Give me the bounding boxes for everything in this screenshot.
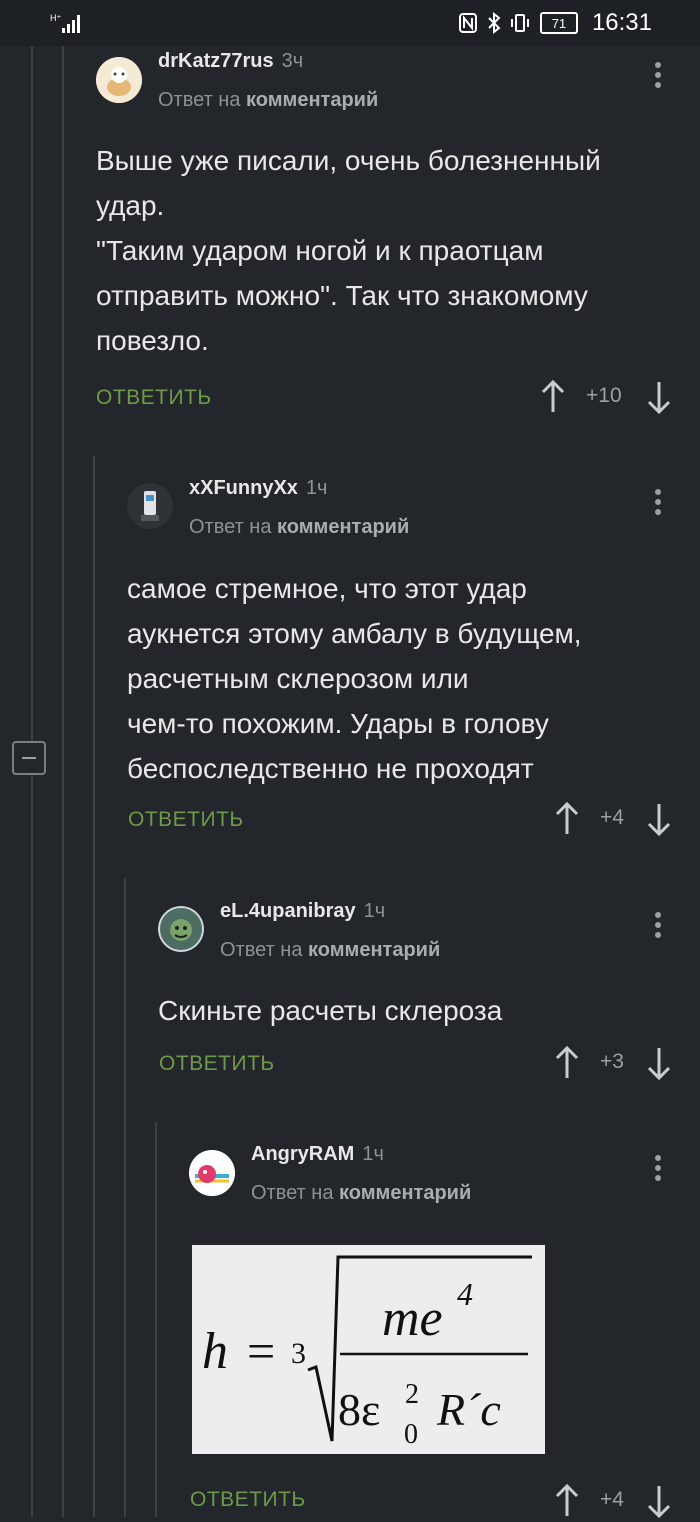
more-options-icon[interactable] bbox=[648, 908, 668, 948]
vote-controls: +4 bbox=[554, 1482, 674, 1522]
upvote-icon[interactable] bbox=[554, 1046, 580, 1080]
thread-line bbox=[31, 46, 33, 1517]
formula-graphic: h = 3 me 4 8ε 2 0 R´c bbox=[202, 1255, 532, 1450]
formula-denominator-sup: 2 bbox=[405, 1379, 419, 1410]
reply-prefix: Ответ на bbox=[158, 89, 241, 111]
downvote-icon[interactable] bbox=[646, 380, 672, 414]
vote-controls: +4 bbox=[554, 800, 674, 840]
reply-target-link[interactable]: комментарий bbox=[308, 939, 440, 961]
comment-line: беспоследственно не проходят bbox=[127, 753, 534, 784]
comment-author[interactable]: xXFunnyXx 1ч bbox=[189, 477, 327, 500]
comment-text: Выше уже писали, очень болезненный удар.… bbox=[96, 138, 601, 363]
comment-line: удар. bbox=[96, 190, 165, 221]
comment-line: "Таким ударом ногой и к праотцам bbox=[96, 235, 544, 266]
upvote-icon[interactable] bbox=[540, 380, 566, 414]
network-type: H⁺ bbox=[50, 13, 61, 23]
comment-author[interactable]: drKatz77rus 3ч bbox=[158, 50, 303, 73]
reply-button[interactable]: ОТВЕТИТЬ bbox=[159, 1052, 275, 1076]
comment-line: Выше уже писали, очень болезненный bbox=[96, 145, 601, 176]
downvote-icon[interactable] bbox=[646, 1484, 672, 1518]
vote-score: +3 bbox=[600, 1050, 624, 1073]
reply-button[interactable]: ОТВЕТИТЬ bbox=[190, 1488, 306, 1512]
comment-line: повезло. bbox=[96, 325, 209, 356]
downvote-icon[interactable] bbox=[646, 1046, 672, 1080]
thread-line bbox=[93, 456, 95, 1517]
formula-denominator-rest: R´c bbox=[436, 1384, 501, 1435]
comment-text: самое стремное, что этот удар аукнется э… bbox=[127, 566, 582, 791]
vibrate-icon bbox=[510, 14, 529, 32]
username[interactable]: AngryRAM bbox=[251, 1143, 354, 1165]
upvote-icon[interactable] bbox=[554, 802, 580, 836]
formula-denominator-sub: 0 bbox=[404, 1419, 418, 1450]
clock: 16:31 bbox=[591, 9, 652, 36]
formula-image[interactable]: h = 3 me 4 8ε 2 0 R´c bbox=[192, 1245, 545, 1454]
comment-time: 1ч bbox=[363, 900, 386, 922]
reply-to: Ответ на комментарий bbox=[158, 89, 378, 112]
avatar-cat-icon bbox=[96, 57, 142, 103]
vote-controls: +10 bbox=[540, 378, 672, 418]
comment-line: расчетным склерозом или bbox=[127, 663, 469, 694]
comment-line: аукнется этому амбалу в будущем, bbox=[127, 618, 582, 649]
comment-time: 3ч bbox=[281, 50, 304, 72]
formula-lhs: h bbox=[202, 1323, 228, 1380]
upvote-icon[interactable] bbox=[554, 1484, 580, 1518]
reply-target-link[interactable]: комментарий bbox=[339, 1182, 471, 1204]
formula-denominator-coef: 8ε bbox=[338, 1384, 380, 1435]
reply-prefix: Ответ на bbox=[251, 1182, 334, 1204]
reply-button[interactable]: ОТВЕТИТЬ bbox=[128, 808, 244, 832]
comment-line: самое стремное, что этот удар bbox=[127, 573, 527, 604]
reply-to: Ответ на комментарий bbox=[251, 1182, 471, 1205]
avatar-character-icon bbox=[158, 906, 204, 952]
formula-numerator: me bbox=[382, 1290, 443, 1347]
username[interactable]: xXFunnyXx bbox=[189, 477, 298, 499]
bluetooth-icon bbox=[488, 12, 501, 34]
vote-controls: +3 bbox=[554, 1044, 674, 1084]
thread-line bbox=[62, 46, 64, 1517]
vote-score: +10 bbox=[586, 384, 622, 407]
comment-author[interactable]: AngryRAM 1ч bbox=[251, 1143, 384, 1166]
comment-author[interactable]: eL.4upanibray 1ч bbox=[220, 900, 385, 923]
reply-prefix: Ответ на bbox=[189, 516, 272, 538]
avatar[interactable] bbox=[96, 57, 142, 103]
formula-equals: = bbox=[247, 1323, 275, 1379]
reply-target-link[interactable]: комментарий bbox=[277, 516, 409, 538]
battery-level: 71 bbox=[551, 15, 567, 31]
avatar[interactable] bbox=[158, 906, 204, 952]
comment-line: отправить можно". Так что знакомому bbox=[96, 280, 588, 311]
battery-icon: 71 bbox=[539, 12, 578, 34]
nfc-icon bbox=[458, 13, 477, 33]
comment-line: чем-то похожим. Удары в голову bbox=[127, 708, 549, 739]
reply-target-link[interactable]: комментарий bbox=[246, 89, 378, 111]
avatar-ram-icon bbox=[189, 1150, 235, 1196]
comment-time: 1ч bbox=[362, 1143, 384, 1165]
avatar[interactable] bbox=[127, 483, 173, 529]
more-options-icon[interactable] bbox=[648, 58, 668, 98]
reply-to: Ответ на комментарий bbox=[189, 516, 409, 539]
comment-text: Скиньте расчеты склероза bbox=[158, 988, 502, 1033]
thread-line bbox=[124, 878, 126, 1517]
collapse-thread-button[interactable] bbox=[12, 741, 46, 775]
username[interactable]: eL.4upanibray bbox=[220, 900, 356, 922]
formula-numerator-exp: 4 bbox=[457, 1276, 473, 1312]
comment-time: 1ч bbox=[305, 477, 328, 499]
avatar-robot-icon bbox=[127, 483, 173, 529]
reply-prefix: Ответ на bbox=[220, 939, 303, 961]
signal-icon: H⁺ bbox=[50, 13, 80, 33]
avatar[interactable] bbox=[189, 1150, 235, 1196]
reply-to: Ответ на комментарий bbox=[220, 939, 440, 962]
more-options-icon[interactable] bbox=[648, 1151, 668, 1191]
reply-button[interactable]: ОТВЕТИТЬ bbox=[96, 386, 212, 410]
status-bar: H⁺ 71 16:31 bbox=[0, 0, 700, 46]
more-options-icon[interactable] bbox=[648, 485, 668, 525]
vote-score: +4 bbox=[600, 806, 624, 829]
username[interactable]: drKatz77rus bbox=[158, 50, 274, 72]
thread-line bbox=[155, 1122, 157, 1517]
comment-line: Скиньте расчеты склероза bbox=[158, 995, 503, 1026]
downvote-icon[interactable] bbox=[646, 802, 672, 836]
formula-root-index: 3 bbox=[291, 1337, 306, 1370]
vote-score: +4 bbox=[600, 1488, 624, 1511]
